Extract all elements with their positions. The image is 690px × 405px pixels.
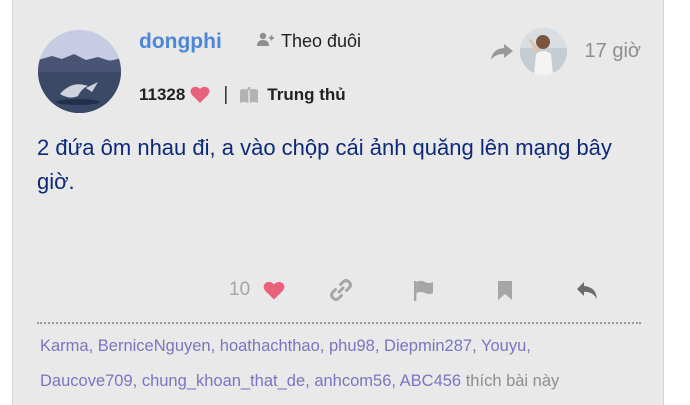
author-stats: 11328 | Trung thủ — [139, 84, 346, 106]
liker-link[interactable]: anhcom56 — [314, 372, 391, 390]
stats-separator: | — [223, 84, 229, 105]
likes-suffix: thích bài này — [465, 372, 560, 390]
author-username[interactable]: dongphi — [139, 30, 222, 54]
like-button[interactable] — [262, 281, 286, 300]
copy-link-button[interactable] — [329, 279, 353, 301]
reply-icon — [576, 281, 598, 300]
bookmark-icon — [497, 280, 513, 301]
likes-divider — [37, 322, 641, 324]
flag-button[interactable] — [411, 280, 435, 301]
liker-link[interactable]: hoathachthao — [220, 337, 320, 355]
link-icon — [330, 279, 353, 301]
like-count[interactable]: 10 — [229, 279, 250, 301]
post-meta: 17 giờ — [490, 28, 641, 75]
heart-icon — [263, 281, 285, 300]
member-rank: Trung thủ — [267, 85, 346, 104]
post-time[interactable]: 17 giờ — [585, 40, 641, 63]
reply-to-avatar[interactable] — [519, 28, 567, 75]
post-actions: 10 — [229, 279, 599, 301]
liker-link[interactable]: Youyu — [481, 337, 526, 355]
reply-button[interactable] — [575, 281, 599, 300]
liker-link[interactable]: Daucove709 — [40, 372, 133, 390]
likes-total: 11328 — [139, 85, 186, 104]
heart-icon — [190, 86, 210, 104]
share-arrow-icon[interactable] — [490, 43, 514, 61]
liker-link[interactable]: Karma — [40, 337, 89, 355]
liker-link[interactable]: BerniceNguyen — [98, 337, 211, 355]
liked-by-list: Karma, BerniceNguyen, hoathachthao, phu9… — [40, 337, 560, 390]
follow-label: Theo đuôi — [281, 31, 362, 51]
bookmark-button[interactable] — [493, 280, 517, 301]
liker-link[interactable]: phu98 — [329, 337, 375, 355]
follow-button[interactable]: Theo đuôi — [257, 31, 361, 52]
book-icon — [239, 86, 259, 104]
post-card: dongphi Theo đuôi 11328 | Trung thủ 17 g… — [12, 0, 664, 405]
post-body: 2 đứa ôm nhau đi, a vào chộp cái ảnh quă… — [37, 135, 612, 194]
add-user-icon — [257, 31, 274, 52]
author-avatar[interactable] — [38, 30, 121, 113]
liker-link[interactable]: Diepmin287 — [384, 337, 472, 355]
liker-link[interactable]: chung_khoan_that_de — [142, 372, 305, 390]
liker-link[interactable]: ABC456 — [400, 372, 461, 390]
flag-icon — [413, 280, 434, 301]
